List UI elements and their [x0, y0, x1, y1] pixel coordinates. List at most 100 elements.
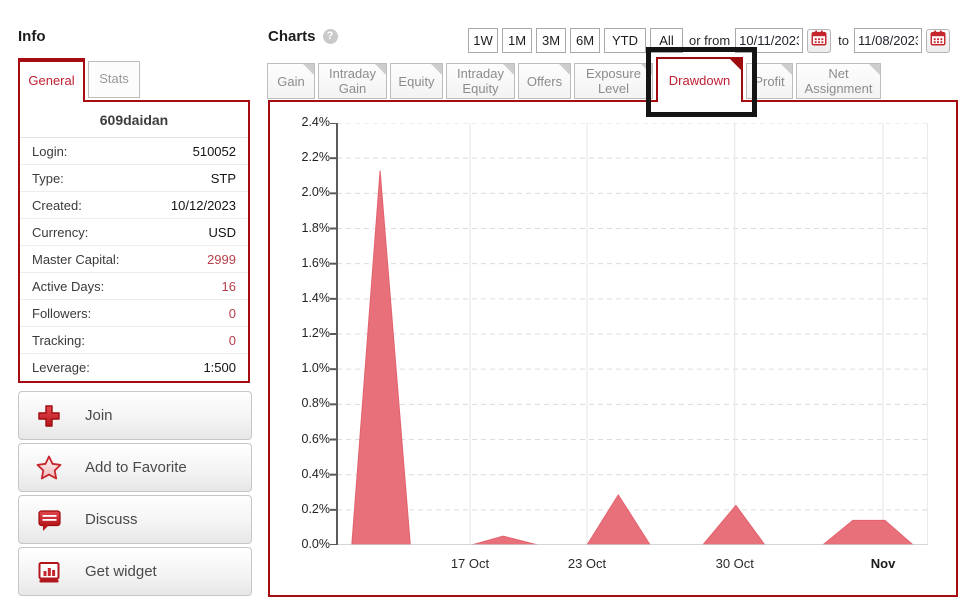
tab-offers[interactable]: Offers [518, 63, 571, 99]
y-tick-label: 1.6% [270, 256, 330, 270]
x-tick-label: 23 Oct [568, 556, 606, 571]
y-tick-label: 1.2% [270, 326, 330, 340]
folded-corner-icon [431, 64, 442, 75]
folded-corner-icon [303, 64, 314, 75]
tab-intraday-gain[interactable]: Intraday Gain [318, 63, 387, 99]
get-widget-button-label: Get widget [85, 563, 157, 580]
discuss-button-label: Discuss [85, 511, 138, 528]
x-tick-label: 30 Oct [716, 556, 754, 571]
speech-bubble-icon [35, 506, 63, 534]
tab-gain[interactable]: Gain [267, 63, 315, 99]
account-name: 609daidan [20, 102, 248, 138]
row-label: Followers: [32, 306, 91, 321]
tab-stats[interactable]: Stats [88, 61, 140, 98]
to-date-calendar-button[interactable] [926, 29, 950, 53]
tab-intraday-equity[interactable]: Intraday Equity [446, 63, 515, 99]
join-button[interactable]: Join [18, 391, 252, 440]
from-date-calendar-button[interactable] [807, 29, 831, 53]
info-row-leverage: Leverage: 1:500 [20, 354, 248, 381]
from-date-input[interactable] [735, 28, 803, 53]
y-tick-label: 2.4% [270, 115, 330, 129]
account-info-panel: 609daidan Login: 510052 Type: STP Create… [18, 100, 250, 383]
tab-drawdown[interactable]: Drawdown [656, 57, 743, 102]
row-label: Active Days: [32, 279, 104, 294]
folded-corner-icon [730, 59, 741, 70]
widget-chart-icon [35, 558, 63, 586]
y-tick-label: 1.0% [270, 361, 330, 375]
y-tick-label: 0.2% [270, 502, 330, 516]
row-value: 0 [229, 306, 236, 321]
x-tick-label: Nov [871, 556, 896, 571]
question-mark-icon[interactable]: ? [323, 29, 338, 44]
row-value: STP [211, 171, 236, 186]
action-buttons: Join Add to Favorite [18, 391, 252, 599]
add-to-favorite-button[interactable]: Add to Favorite [18, 443, 252, 492]
row-label: Currency: [32, 225, 88, 240]
row-label: Tracking: [32, 333, 85, 348]
folded-corner-icon [503, 64, 514, 75]
to-date-input[interactable] [854, 28, 922, 53]
get-widget-button[interactable]: Get widget [18, 547, 252, 596]
tab-exposure-level[interactable]: Exposure Level [574, 63, 653, 99]
tab-net-assignment[interactable]: Net Assignment [796, 63, 881, 99]
info-row-tracking: Tracking: 0 [20, 327, 248, 354]
folded-corner-icon [869, 64, 880, 75]
x-tick-label: 17 Oct [451, 556, 489, 571]
folded-corner-icon [375, 64, 386, 75]
tab-label: Equity [398, 74, 434, 89]
drawdown-area-chart[interactable] [329, 123, 928, 545]
folded-corner-icon [781, 64, 792, 75]
row-value: 10/12/2023 [171, 198, 236, 213]
info-row-login: Login: 510052 [20, 138, 248, 165]
tab-profit[interactable]: Profit [746, 63, 793, 99]
folded-corner-icon [559, 64, 570, 75]
y-tick-label: 0.4% [270, 467, 330, 481]
y-tick-label: 0.8% [270, 396, 330, 410]
row-label: Leverage: [32, 360, 90, 375]
row-label: Type: [32, 171, 64, 186]
tab-equity[interactable]: Equity [390, 63, 443, 99]
info-row-master-capital: Master Capital: 2999 [20, 246, 248, 273]
range-button-1w[interactable]: 1W [468, 28, 498, 53]
row-label: Created: [32, 198, 82, 213]
y-tick-label: 2.0% [270, 185, 330, 199]
info-section-title: Info [18, 28, 46, 45]
plus-icon [35, 402, 63, 430]
row-value: 510052 [193, 144, 236, 159]
tab-label: Gain [277, 74, 304, 89]
range-button-ytd[interactable]: YTD [604, 28, 646, 53]
info-tabs: General Stats [18, 58, 140, 102]
range-button-1m[interactable]: 1M [502, 28, 532, 53]
info-row-type: Type: STP [20, 165, 248, 192]
y-tick-label: 1.4% [270, 291, 330, 305]
tab-label: Profit [754, 74, 784, 89]
chart-tabs: Gain Intraday Gain Equity Intraday Equit… [267, 57, 884, 102]
tab-label: Offers [527, 74, 562, 89]
row-label: Master Capital: [32, 252, 119, 267]
drawdown-chart-panel: 2.4%2.2%2.0%1.8%1.6%1.4%1.2%1.0%0.8%0.6%… [268, 100, 958, 597]
calendar-icon [810, 29, 828, 52]
info-row-active-days: Active Days: 16 [20, 273, 248, 300]
range-controls: 1W 1M 3M 6M YTD All or from to [468, 28, 955, 53]
discuss-button[interactable]: Discuss [18, 495, 252, 544]
y-tick-label: 0.0% [270, 537, 330, 551]
tab-general[interactable]: General [18, 58, 85, 102]
row-value: 1:500 [203, 360, 236, 375]
row-value: USD [209, 225, 236, 240]
join-button-label: Join [85, 407, 113, 424]
charts-title-text: Charts [268, 28, 316, 45]
range-button-6m[interactable]: 6M [570, 28, 600, 53]
row-value: 16 [222, 279, 236, 294]
charts-section-title: Charts ? [268, 28, 338, 45]
range-button-all[interactable]: All [650, 28, 683, 53]
tab-label: Drawdown [669, 73, 730, 88]
info-row-created: Created: 10/12/2023 [20, 192, 248, 219]
y-tick-label: 0.6% [270, 432, 330, 446]
calendar-icon [929, 29, 947, 52]
info-row-currency: Currency: USD [20, 219, 248, 246]
page: Info General Stats 609daidan Login: 5100… [0, 0, 978, 613]
star-icon [35, 454, 63, 482]
row-value: 0 [229, 333, 236, 348]
range-button-3m[interactable]: 3M [536, 28, 566, 53]
to-label: to [838, 33, 849, 48]
